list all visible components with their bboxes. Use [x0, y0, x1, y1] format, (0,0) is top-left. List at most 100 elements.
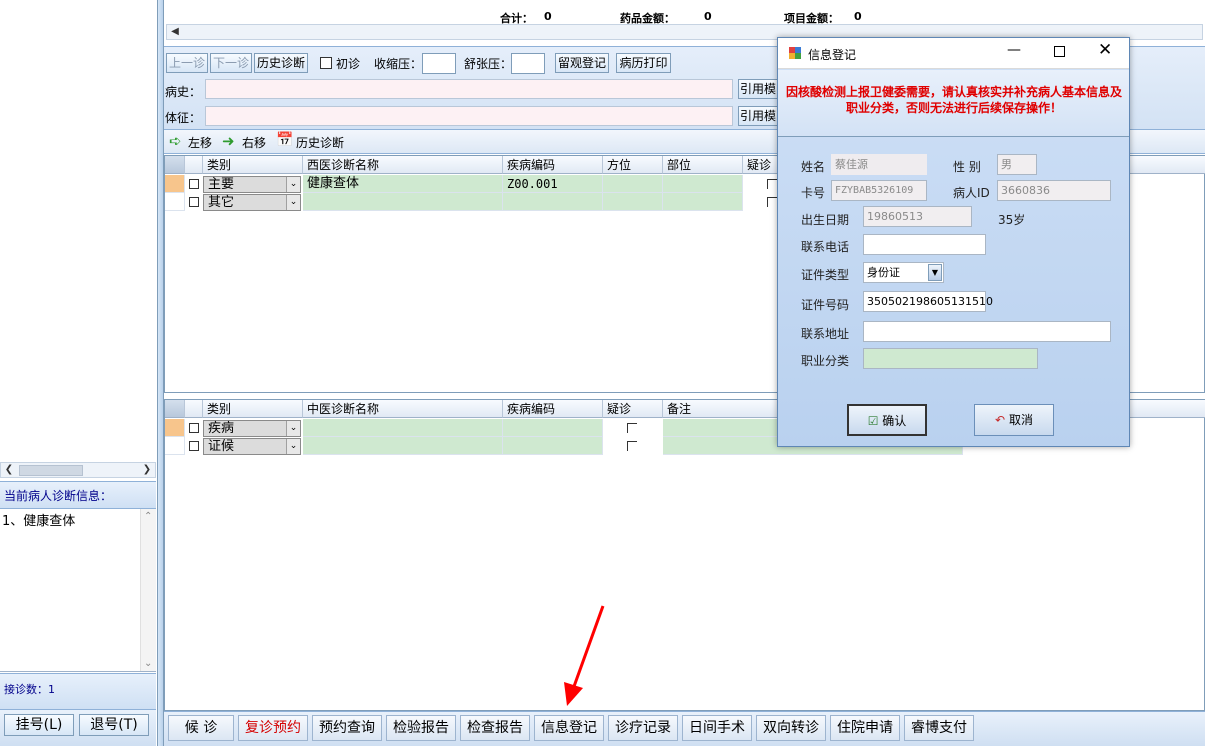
systolic-input[interactable] — [422, 53, 456, 74]
right-shift-button[interactable]: 右移 — [242, 134, 266, 151]
suspected-checkbox[interactable] — [627, 423, 637, 433]
tab-day-surgery[interactable]: 日间手术 — [682, 715, 752, 741]
category-combo[interactable]: 其它 ⌄ — [203, 194, 301, 211]
left-panel: ❮ ❯ 当前病人诊断信息： 1、健康查体 ⌃ ⌄ 接诊数：1 挂号(L) 退号(… — [0, 0, 158, 746]
site-cell[interactable] — [663, 175, 743, 193]
card-field[interactable]: FZYBAB5326109 — [831, 180, 927, 201]
left-shift-button[interactable]: 左移 — [188, 134, 212, 151]
observe-register-button[interactable]: 留观登记 — [555, 53, 609, 73]
western-name-cell[interactable]: 健康查体 — [303, 175, 503, 193]
western-name-cell[interactable] — [303, 193, 503, 211]
diastolic-input[interactable] — [511, 53, 545, 74]
scroll-down-icon[interactable]: ⌄ — [144, 658, 152, 669]
chevron-down-icon[interactable]: ⌄ — [286, 177, 300, 192]
register-button[interactable]: 挂号(L) — [4, 714, 74, 736]
tab-ruibo-payment[interactable]: 睿博支付 — [904, 715, 974, 741]
gender-field[interactable]: 男 — [997, 154, 1037, 175]
category-combo[interactable]: 主要 ⌄ — [203, 176, 301, 193]
tcm-name-cell[interactable] — [303, 419, 503, 437]
scroll-thumb[interactable] — [19, 465, 83, 476]
address-input[interactable] — [863, 321, 1111, 342]
disease-code-cell[interactable] — [503, 437, 603, 455]
tab-appointment-query[interactable]: 预约查询 — [312, 715, 382, 741]
row-checkbox[interactable] — [189, 197, 199, 207]
left-shift-icon[interactable]: ➪ — [169, 132, 182, 150]
category-combo[interactable]: 疾病 ⌄ — [203, 420, 301, 437]
chevron-down-icon[interactable]: ⌄ — [286, 421, 300, 436]
card-label: 卡号 — [801, 186, 826, 200]
history-input[interactable] — [205, 79, 733, 99]
occupation-input[interactable] — [863, 348, 1038, 369]
minimize-icon[interactable]: — — [1007, 42, 1021, 58]
cite-template-button-1[interactable]: 引用模 — [738, 79, 778, 99]
birth-field[interactable]: 19860513 — [863, 206, 972, 227]
tab-exam-report[interactable]: 检查报告 — [460, 715, 530, 741]
disease-code-cell[interactable] — [503, 419, 603, 437]
id-type-select[interactable]: 身份证 ▼ — [863, 262, 944, 283]
header-disease-code: 疾病编码 — [503, 156, 603, 174]
cite-template-button-2[interactable]: 引用模 — [738, 106, 778, 126]
position-cell[interactable] — [603, 193, 663, 211]
tab-info-register[interactable]: 信息登记 — [534, 715, 604, 741]
tab-lab-report[interactable]: 检验报告 — [386, 715, 456, 741]
site-cell[interactable] — [663, 193, 743, 211]
name-field[interactable]: 蔡佳源 — [831, 154, 927, 175]
row-checkbox[interactable] — [189, 423, 199, 433]
header-western-name: 西医诊断名称 — [303, 156, 503, 174]
id-number-input[interactable]: 350502198605131510 — [863, 291, 993, 312]
suspected-checkbox[interactable] — [767, 197, 777, 207]
left-horizontal-scrollbar[interactable]: ❮ ❯ — [0, 462, 156, 478]
id-type-label: 证件类型 — [801, 268, 850, 282]
category-combo[interactable]: 证候 ⌄ — [203, 438, 301, 455]
tab-treatment-record[interactable]: 诊疗记录 — [608, 715, 678, 741]
summary-scroll-left-icon[interactable]: ◀ — [168, 25, 182, 39]
next-visit-button[interactable]: 下一诊 — [210, 53, 252, 73]
cancel-button[interactable]: ↶ 取消 — [974, 404, 1054, 436]
header-category: 类别 — [203, 400, 303, 418]
first-visit-checkbox[interactable] — [320, 57, 332, 69]
patient-id-field[interactable]: 3660836 — [997, 180, 1111, 201]
close-icon[interactable]: ✕ — [1098, 40, 1112, 60]
header-tcm-name: 中医诊断名称 — [303, 400, 503, 418]
header-site: 部位 — [663, 156, 743, 174]
history-diagnosis-link[interactable]: 历史诊断 — [296, 134, 344, 151]
suspected-checkbox[interactable] — [767, 179, 777, 189]
history-diagnosis-button[interactable]: 历史诊断 — [254, 53, 308, 73]
history-field-label: 病史： — [165, 85, 202, 99]
chevron-down-icon[interactable]: ⌄ — [286, 195, 300, 210]
id-number-label: 证件号码 — [801, 298, 850, 312]
right-shift-icon[interactable]: ➜ — [222, 132, 235, 150]
dialog-title: 信息登记 — [808, 48, 857, 62]
warning-text: 因核酸检测上报卫健委需要，请认真核实并补充病人基本信息及职业分类，否则无法进行后… — [785, 85, 1122, 115]
maximize-icon[interactable] — [1054, 46, 1065, 57]
confirm-button[interactable]: ☑ 确认 — [847, 404, 927, 436]
row-checkbox[interactable] — [189, 441, 199, 451]
tab-admission-request[interactable]: 住院申请 — [830, 715, 900, 741]
scroll-left-icon[interactable]: ❮ — [2, 463, 16, 477]
exam-input[interactable] — [205, 106, 733, 126]
history-calendar-icon[interactable]: 📅 — [276, 132, 293, 148]
grid-check-header — [185, 400, 203, 418]
tcm-name-cell[interactable] — [303, 437, 503, 455]
diag-info-textarea[interactable]: 1、健康查体 ⌃ ⌄ — [0, 509, 156, 672]
scroll-up-icon[interactable]: ⌃ — [144, 511, 152, 522]
prev-visit-button[interactable]: 上一诊 — [166, 53, 208, 73]
scroll-right-icon[interactable]: ❯ — [140, 463, 154, 477]
chevron-down-icon[interactable]: ▼ — [928, 264, 942, 281]
tab-revisit-appointment[interactable]: 复诊预约 — [238, 715, 308, 741]
disease-code-cell[interactable]: Z00.001 — [503, 175, 603, 193]
disease-code-cell[interactable] — [503, 193, 603, 211]
position-cell[interactable] — [603, 175, 663, 193]
row-indicator — [165, 193, 185, 211]
textarea-scrollbar[interactable]: ⌃ ⌄ — [140, 509, 156, 671]
record-print-button[interactable]: 病历打印 — [616, 53, 671, 73]
id-type-value: 身份证 — [867, 266, 900, 279]
tab-referral[interactable]: 双向转诊 — [756, 715, 826, 741]
chevron-down-icon[interactable]: ⌄ — [286, 439, 300, 454]
row-checkbox[interactable] — [189, 179, 199, 189]
unregister-button[interactable]: 退号(T) — [79, 714, 149, 736]
tab-waiting[interactable]: 候 诊 — [168, 715, 234, 741]
suspected-checkbox[interactable] — [627, 441, 637, 451]
visit-count-bar: 接诊数：1 — [0, 673, 156, 709]
phone-input[interactable] — [863, 234, 986, 255]
